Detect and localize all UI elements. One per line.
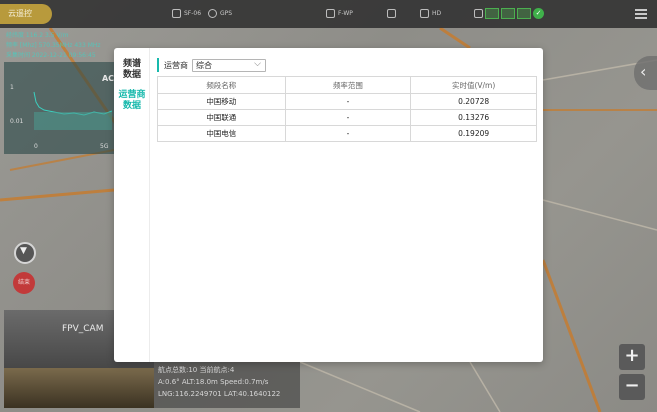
end-button[interactable]: 结束: [13, 272, 35, 294]
zoom-in-button[interactable]: +: [619, 344, 645, 370]
remote-signal-icon: [172, 9, 181, 18]
filter-accent-bar: [157, 58, 159, 72]
telemetry-info: 经纬度 116.2 3.5 V/m 频率 [Mhz] 570.35MHz 433…: [6, 31, 101, 61]
spectrum-y-tick: 1: [10, 84, 14, 91]
fpv-ground: [4, 368, 154, 408]
table-cell: -: [284, 125, 412, 142]
gps-label: GPS: [220, 10, 233, 17]
spectrum-x-tick: 0: [34, 143, 38, 150]
dialog-content: 运营商 综合 ⌵ 频段名称 频率范围 实时值(V/m) 中国移动 - 0.207…: [157, 58, 537, 142]
spectrum-y-tick: 0.01: [10, 118, 24, 125]
tab-label: 运营商数据: [118, 90, 146, 111]
table-header-row: 频段名称 频率范围 实时值(V/m): [157, 76, 537, 94]
hd-signal-icon: [420, 9, 429, 18]
flight-info-panel: 航点总数:10 当前航点:4 A:0.6° ALT:18.0m Speed:0.…: [154, 362, 300, 408]
check-icon: ✓: [533, 8, 544, 19]
drone-mode-icon: [326, 9, 335, 18]
spectrum-tag: AC: [101, 74, 114, 83]
flight-mode-status: F-WP: [326, 9, 353, 18]
operator-select-value: 综合: [196, 60, 212, 70]
top-status-bar: 云遥控 SF-06 GPS F-WP HD ✓: [0, 0, 657, 28]
operator-table: 频段名称 频率范围 实时值(V/m) 中国移动 - 0.20728 中国联通 -…: [157, 76, 537, 142]
gps-status: GPS: [208, 9, 232, 18]
operator-select[interactable]: 综合 ⌵: [192, 58, 266, 72]
rc-signal-status: [387, 9, 399, 18]
table-row: 中国电信 - 0.19209: [157, 125, 537, 142]
download-button[interactable]: [14, 242, 36, 264]
spectrum-mini-chart: AC 1 0.01 0 5G: [4, 62, 116, 154]
tab-spectrum-data[interactable]: 频谱数据: [114, 59, 150, 81]
tab-operator-data[interactable]: 运营商数据: [114, 90, 150, 112]
mode-button[interactable]: 云遥控: [0, 4, 52, 24]
data-dialog: 频谱数据 运营商数据 运营商 综合 ⌵ 频段名称 频率范围 实时值(V/m) 中…: [114, 48, 543, 362]
tab-label: 频谱数据: [122, 59, 141, 80]
chevron-down-icon: ⌵: [254, 58, 261, 69]
remote-signal-label: SF-06: [184, 10, 202, 17]
zoom-out-button[interactable]: −: [619, 374, 645, 400]
table-cell: -: [284, 109, 412, 126]
telemetry-line: 采集时间 2022-12-21 09:56:45: [6, 52, 96, 59]
battery-cell: [501, 8, 515, 19]
flight-mode-label: F-WP: [338, 10, 353, 17]
table-cell: 0.20728: [410, 93, 537, 110]
telemetry-line: 经纬度 116.2 3.5 V/m: [6, 32, 69, 39]
spectrum-plot: [33, 91, 113, 130]
gps-icon: [208, 9, 217, 18]
spectrum-x-tick: 5G: [100, 143, 109, 150]
hd-signal-status: HD: [420, 9, 441, 18]
flight-info-line: A:0.6° ALT:18.0m Speed:0.7m/s: [158, 378, 269, 386]
table-cell: 中国电信: [157, 125, 286, 142]
remote-signal-status: SF-06: [172, 9, 201, 18]
menu-icon[interactable]: [635, 9, 647, 19]
flight-info-line: LNG:116.2249701 LAT:40.1640122: [158, 390, 281, 398]
column-header: 频段名称: [157, 76, 286, 94]
table-cell: 0.19209: [410, 125, 537, 142]
rc-signal-icon: [387, 9, 396, 18]
fpv-label: FPV_CAM: [62, 324, 104, 334]
filter-label: 运营商: [164, 60, 188, 70]
battery-status: ✓: [474, 8, 544, 19]
table-row: 中国移动 - 0.20728: [157, 93, 537, 110]
dialog-sidebar: 频谱数据 运营商数据: [114, 48, 150, 362]
battery-icon: [474, 9, 483, 18]
table-cell: 中国移动: [157, 93, 286, 110]
battery-cell: [485, 8, 499, 19]
table-cell: -: [284, 93, 412, 110]
column-header: 频率范围: [284, 76, 412, 94]
flight-info-line: 航点总数:10 当前航点:4: [158, 366, 235, 374]
collapse-panel-button[interactable]: ‹: [634, 56, 657, 90]
column-header: 实时值(V/m): [410, 76, 537, 94]
battery-cell: [517, 8, 531, 19]
telemetry-line: 频率 [Mhz] 570.35MHz 433 MHz: [6, 42, 101, 49]
table-row: 中国联通 - 0.13276: [157, 109, 537, 126]
hd-signal-label: HD: [432, 10, 442, 17]
table-cell: 0.13276: [410, 109, 537, 126]
table-cell: 中国联通: [157, 109, 286, 126]
operator-filter: 运营商 综合 ⌵: [157, 58, 537, 72]
